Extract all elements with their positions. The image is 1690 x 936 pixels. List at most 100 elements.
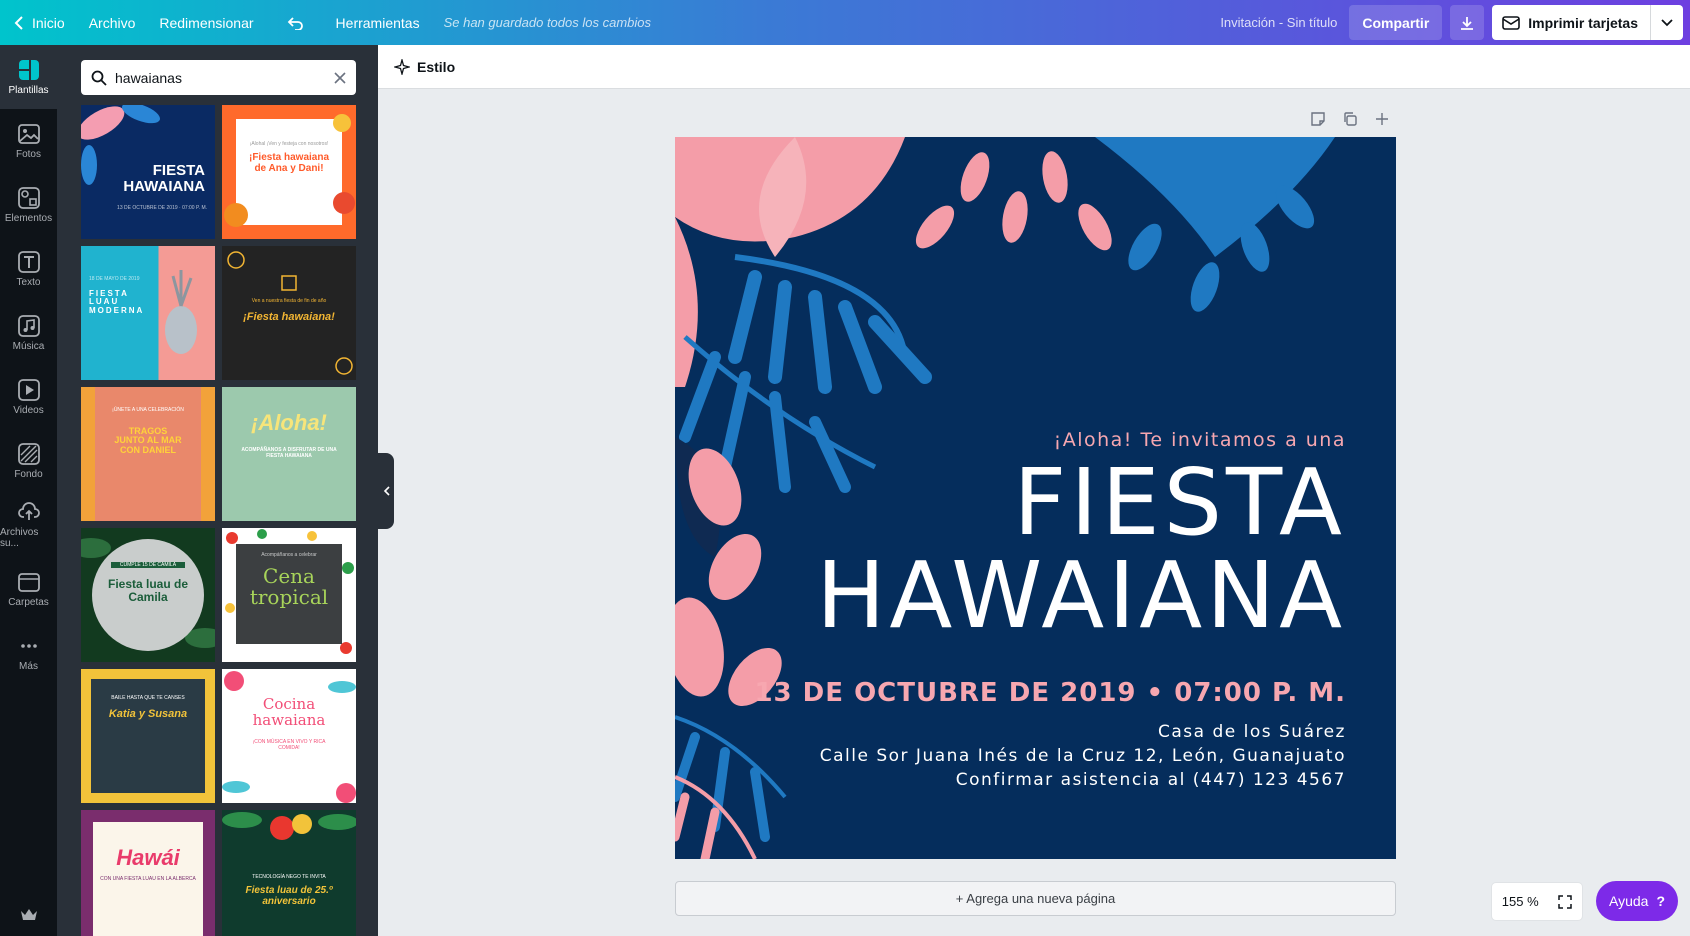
print-cards-button[interactable]: Imprimir tarjetas bbox=[1492, 5, 1683, 40]
template-thumbnail[interactable]: Fiesta luau de Camila CUMPLE 15 DE CAMIL… bbox=[81, 528, 215, 662]
rail-label: Más bbox=[19, 660, 38, 672]
folder-icon bbox=[17, 572, 40, 592]
rail-label: Archivos su... bbox=[0, 527, 39, 549]
rail-item-templates[interactable]: Plantillas bbox=[0, 45, 57, 109]
thumb-sub: ¡Alohal ¡Ven y festeja con nosotros! bbox=[249, 141, 329, 147]
thumb-sub: 18 DE MAYO DE 2019 bbox=[89, 276, 140, 282]
rail-item-music[interactable]: Música bbox=[0, 301, 57, 365]
invitation-venue[interactable]: Casa de los Suárez bbox=[1158, 722, 1346, 742]
thumb-title: ¡Aloha! bbox=[251, 410, 327, 435]
thumb-title: Fiesta luau de 25.º aniversario bbox=[245, 885, 333, 907]
thumb-sub: CUMPLE 15 DE CAMILA bbox=[111, 562, 185, 568]
template-thumbnail[interactable]: Katia y Susana BAILE HASTA QUE TE CANSES bbox=[81, 669, 215, 803]
rail-label: Plantillas bbox=[8, 84, 49, 96]
rail-item-videos[interactable]: Videos bbox=[0, 365, 57, 429]
thumb-title: ¡Fiesta hawaiana de Ana y Dani! bbox=[248, 152, 330, 174]
rail-item-folders[interactable]: Carpetas bbox=[0, 557, 57, 621]
template-thumbnail[interactable]: FIESTA LUAU MODERNA 18 DE MAYO DE 2019 bbox=[81, 246, 215, 380]
invitation-title-line2[interactable]: HAWAIANA bbox=[816, 550, 1346, 642]
rail-label: Videos bbox=[13, 404, 44, 416]
search-input[interactable] bbox=[115, 69, 334, 86]
template-thumbnail[interactable]: Cena tropical Acompáñanos a celebrar bbox=[222, 528, 356, 662]
thumb-sub: ¡CON MÚSICA EN VIVO Y RICA COMIDA! bbox=[252, 739, 326, 751]
thumb-sub: ACOMPÁÑANOS A DISFRUTAR DE UNA FIESTA HA… bbox=[241, 447, 337, 459]
add-page-button[interactable]: + Agrega una nueva página bbox=[675, 881, 1396, 916]
file-menu[interactable]: Archivo bbox=[77, 0, 148, 45]
fullscreen-icon[interactable] bbox=[1558, 894, 1572, 909]
thumb-title: TRAGOS JUNTO AL MAR CON DANIEL bbox=[114, 426, 182, 455]
help-button[interactable]: Ayuda ? bbox=[1596, 881, 1678, 921]
style-button[interactable]: Estilo bbox=[394, 58, 456, 75]
home-label: Inicio bbox=[32, 14, 65, 31]
home-button[interactable]: Inicio bbox=[0, 0, 77, 45]
resize-menu[interactable]: Redimensionar bbox=[147, 0, 265, 45]
zoom-control[interactable]: 155 % bbox=[1492, 883, 1582, 920]
chevron-left-icon bbox=[14, 15, 23, 30]
background-icon bbox=[17, 442, 40, 465]
style-label: Estilo bbox=[417, 58, 456, 75]
thumb-sub: CON UNA FIESTA LUAU EN LA ALBERCA bbox=[100, 876, 196, 882]
page-tools bbox=[1310, 111, 1390, 127]
rail-item-photos[interactable]: Fotos bbox=[0, 109, 57, 173]
thumb-title: Cocina hawaiana bbox=[252, 695, 326, 729]
invitation-date[interactable]: 13 DE OCTUBRE DE 2019 • 07:00 P. M. bbox=[754, 678, 1346, 708]
sparkle-icon bbox=[394, 58, 410, 75]
zoom-level[interactable]: 155 % bbox=[1502, 894, 1539, 909]
thumb-sub: 13 DE OCTUBRE DE 2019 · 07:00 P. M. bbox=[117, 205, 207, 211]
print-label: Imprimir tarjetas bbox=[1528, 14, 1638, 31]
template-thumbnail[interactable]: TRAGOS JUNTO AL MAR CON DANIEL ¡ÚNETE A … bbox=[81, 387, 215, 521]
duplicate-page-icon[interactable] bbox=[1342, 111, 1358, 127]
template-thumbnail[interactable]: Hawái CON UNA FIESTA LUAU EN LA ALBERCA bbox=[81, 810, 215, 936]
invitation-tagline[interactable]: ¡Aloha! Te invitamos a una bbox=[1054, 429, 1346, 451]
flower-decoration bbox=[222, 671, 356, 803]
invitation-title-line1[interactable]: FIESTA bbox=[1013, 457, 1346, 549]
invitation-rsvp[interactable]: Confirmar asistencia al (447) 123 4567 bbox=[956, 770, 1346, 790]
template-thumbnail[interactable]: Cocina hawaiana ¡CON MÚSICA EN VIVO Y RI… bbox=[222, 669, 356, 803]
text-icon bbox=[17, 250, 40, 273]
chevron-left-icon bbox=[383, 486, 390, 496]
thumb-title: Hawái bbox=[116, 845, 180, 870]
thumb-sub: Acompáñanos a celebrar bbox=[261, 552, 317, 558]
thumb-sub: ¡ÚNETE A UNA CELEBRACIÓN bbox=[112, 407, 184, 413]
tools-menu[interactable]: Herramientas bbox=[324, 0, 432, 45]
clear-search-icon[interactable] bbox=[334, 71, 346, 84]
invitation-address[interactable]: Calle Sor Juana Inés de la Cruz 12, León… bbox=[820, 746, 1346, 766]
search-icon bbox=[91, 70, 107, 86]
thumb-border bbox=[81, 387, 95, 521]
print-main[interactable]: Imprimir tarjetas bbox=[1492, 5, 1651, 40]
rail-label: Carpetas bbox=[8, 596, 49, 608]
share-button[interactable]: Compartir bbox=[1349, 5, 1443, 40]
rail-item-background[interactable]: Fondo bbox=[0, 429, 57, 493]
thumb-title: Katia y Susana bbox=[108, 708, 188, 720]
rail-label: Fotos bbox=[15, 148, 41, 160]
note-icon[interactable] bbox=[1310, 111, 1326, 127]
more-icon bbox=[20, 643, 37, 648]
thumb-sub: TECNOLOGÍA NEGO TE INVITA bbox=[252, 874, 326, 880]
rail-item-text[interactable]: Texto bbox=[0, 237, 57, 301]
chevron-down-icon bbox=[1661, 18, 1673, 26]
collapse-panel-button[interactable] bbox=[378, 453, 394, 529]
thumb-title: FIESTA LUAU MODERNA bbox=[89, 289, 145, 315]
download-icon bbox=[1461, 16, 1474, 30]
thumb-sub: Ven a nuestra fiesta de fin de año bbox=[251, 298, 327, 304]
elements-icon bbox=[17, 186, 40, 209]
rail-item-uploads[interactable]: Archivos su... bbox=[0, 493, 57, 557]
crown-icon bbox=[20, 909, 37, 920]
template-thumbnail[interactable]: ¡Fiesta hawaiana de Ana y Dani! ¡Alohal … bbox=[222, 105, 356, 239]
thumb-border bbox=[81, 669, 215, 803]
rail-item-elements[interactable]: Elementos bbox=[0, 173, 57, 237]
design-canvas[interactable]: ¡Aloha! Te invitamos a una FIESTA HAWAIA… bbox=[675, 137, 1396, 859]
editor-toolbar: Estilo bbox=[378, 45, 1690, 89]
document-title[interactable]: Invitación - Sin título bbox=[1220, 15, 1337, 30]
add-page-icon[interactable] bbox=[1374, 111, 1390, 127]
envelope-icon bbox=[1502, 15, 1521, 30]
template-thumbnail[interactable]: ¡Aloha! ACOMPÁÑANOS A DISFRUTAR DE UNA F… bbox=[222, 387, 356, 521]
template-thumbnail[interactable]: Fiesta luau de 25.º aniversario TECNOLOG… bbox=[222, 810, 356, 936]
print-options-dropdown[interactable] bbox=[1651, 5, 1683, 40]
download-button[interactable] bbox=[1450, 5, 1485, 40]
rail-item-more[interactable]: Más bbox=[0, 621, 57, 685]
pro-crown-button[interactable] bbox=[0, 908, 57, 922]
undo-button[interactable] bbox=[266, 0, 324, 45]
template-thumbnail[interactable]: ¡Fiesta hawaiana! Ven a nuestra fiesta d… bbox=[222, 246, 356, 380]
template-thumbnail[interactable]: FIESTA HAWAIANA 13 DE OCTUBRE DE 2019 · … bbox=[81, 105, 215, 239]
